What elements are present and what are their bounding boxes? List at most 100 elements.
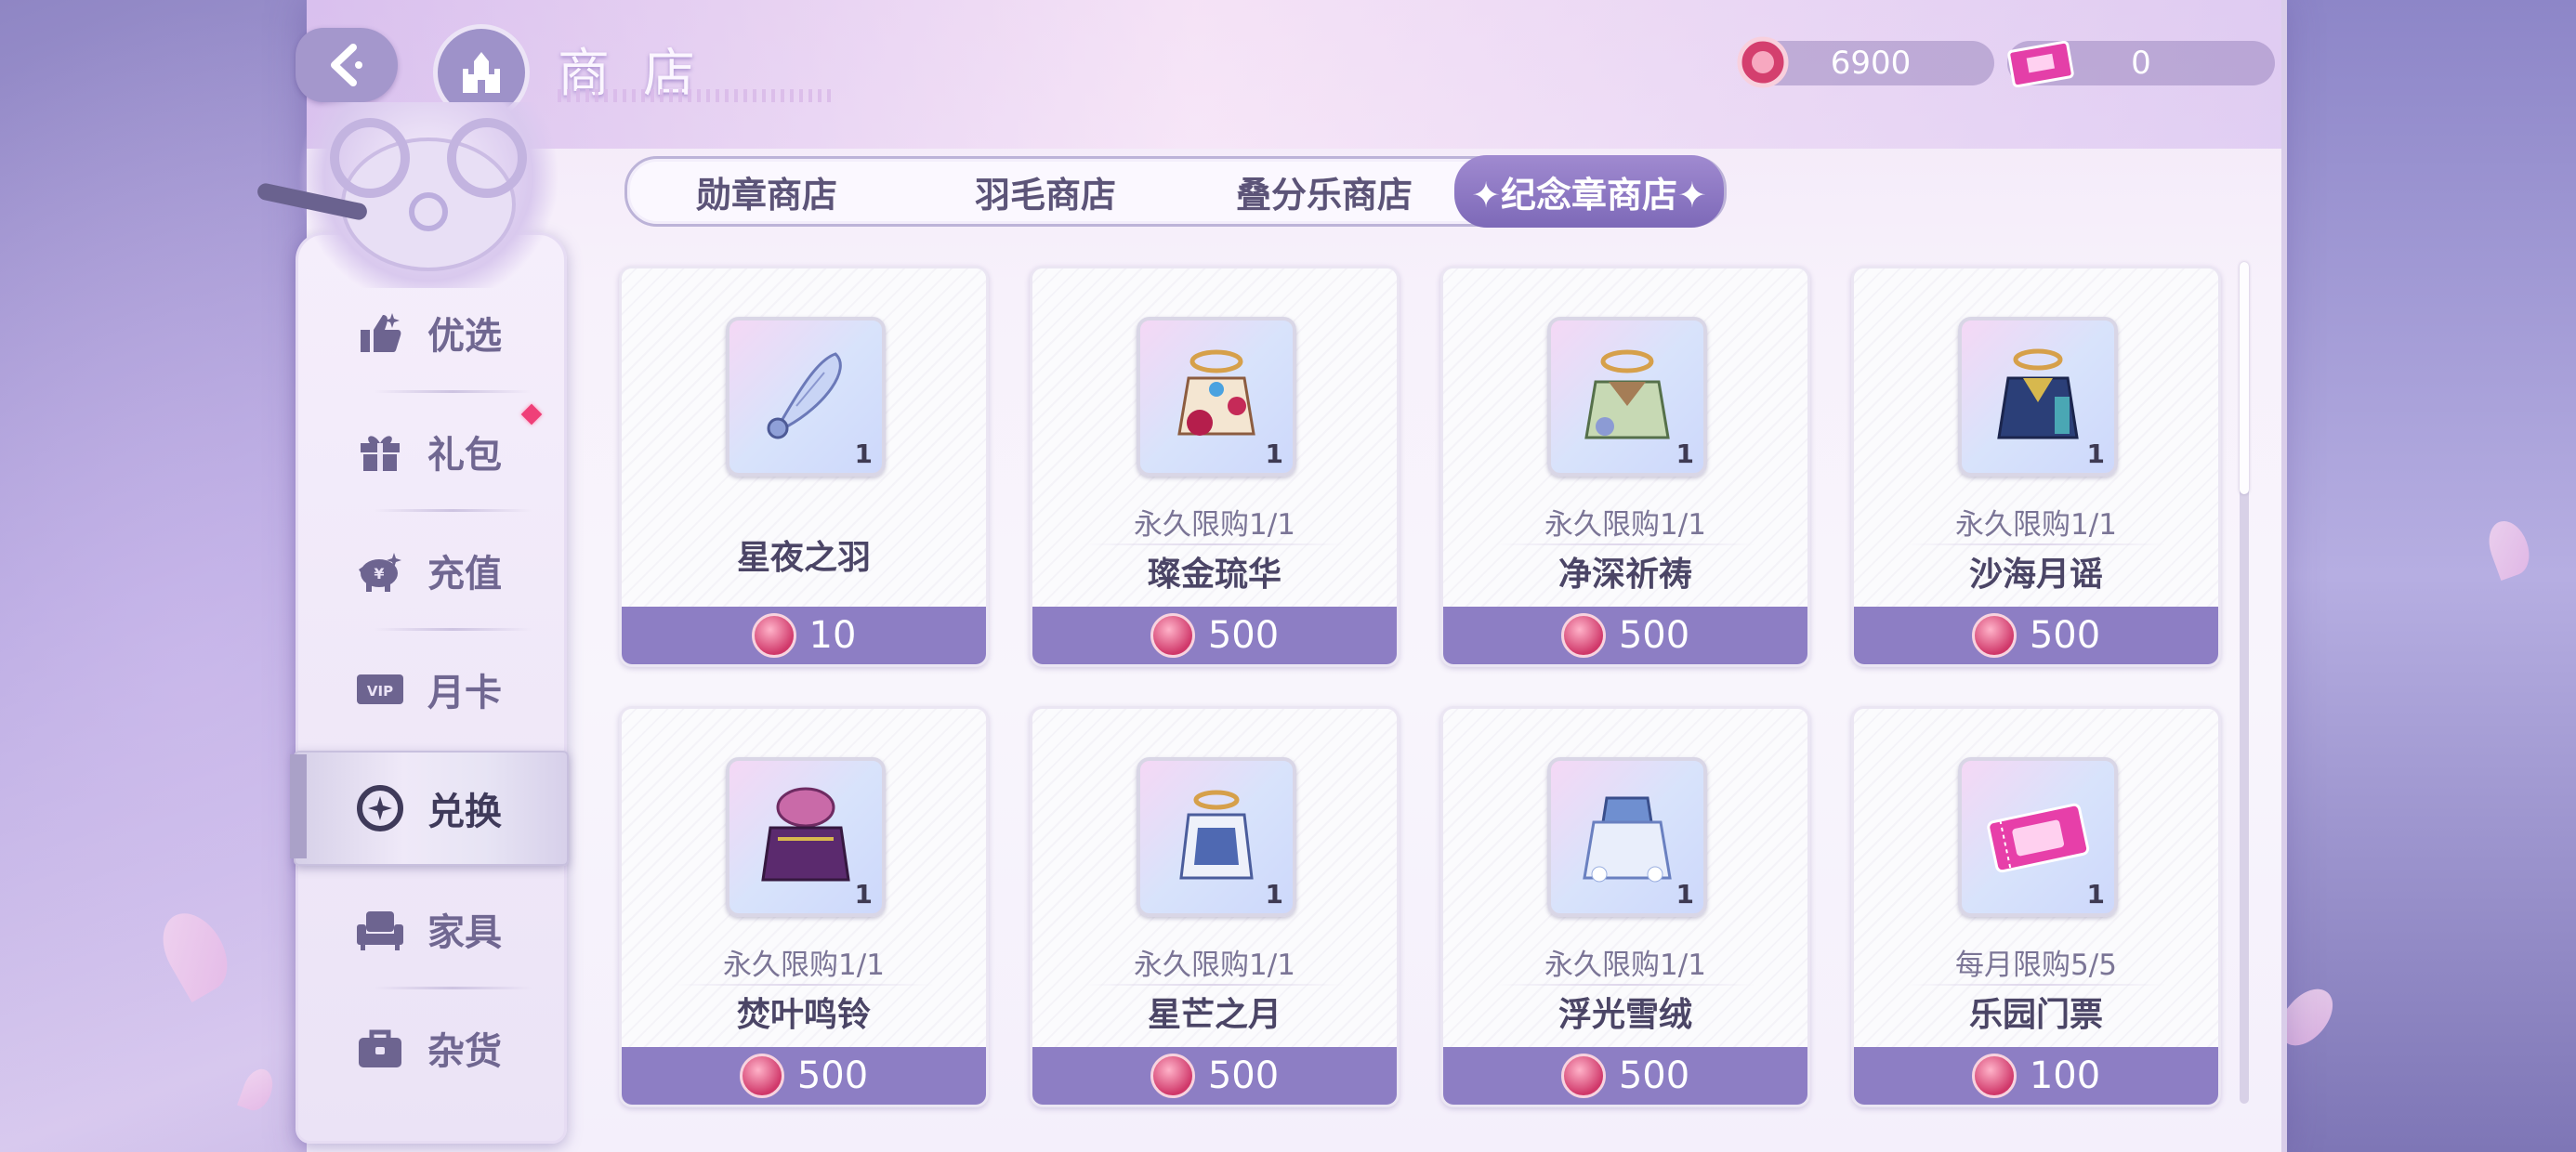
item-name: 璨金琉华 — [1147, 556, 1281, 594]
sidebar-divider — [374, 509, 532, 512]
item-icon-frame: 1 — [1137, 317, 1296, 477]
navy-outfit-icon — [1997, 348, 2079, 439]
title-decoration — [558, 89, 836, 102]
pink-gem-coin-icon — [1150, 613, 1195, 658]
tab-memorial-shop[interactable]: ✦纪念章商店✦ — [1454, 155, 1724, 228]
sidebar-divider — [374, 987, 532, 989]
item-icon-frame: 1 — [726, 757, 886, 917]
pink-gem-coin-icon — [1150, 1054, 1195, 1098]
sidebar-item-furniture[interactable]: 家具 — [355, 883, 559, 975]
item-icon-frame: 1 — [1958, 317, 2118, 477]
pink-gem-coin-icon — [1560, 613, 1606, 658]
currency-ticket-value: 0 — [2131, 45, 2151, 82]
sofa-icon — [355, 904, 405, 954]
ticket-icon — [2007, 40, 2074, 91]
item-price[interactable]: 500 — [1443, 1047, 1807, 1105]
item-quantity: 1 — [1265, 879, 1283, 910]
item-purchase-limit: 永久限购1/1 — [1134, 949, 1295, 982]
item-name: 净深祈祷 — [1557, 556, 1692, 594]
item-price[interactable]: 10 — [622, 607, 986, 664]
tab-feather-shop[interactable]: 羽毛商店 — [915, 159, 1176, 224]
item-divider — [1906, 984, 2166, 986]
item-price-value: 500 — [1618, 1054, 1690, 1097]
item-purchase-limit: 每月限购5/5 — [1955, 949, 2117, 982]
blue-white-outfit-icon — [1179, 790, 1254, 880]
shop-item-card[interactable]: 1 永久限购1/1 星芒之月 500 — [1030, 706, 1400, 1107]
sidebar-item-groceries[interactable]: 杂货 — [355, 1001, 559, 1094]
item-price[interactable]: 500 — [1443, 607, 1807, 664]
back-button[interactable] — [296, 28, 398, 102]
item-divider — [1906, 543, 2166, 545]
svg-text:VIP: VIP — [367, 683, 393, 700]
svg-text:¥: ¥ — [374, 565, 384, 583]
item-purchase-limit: 永久限购1/1 — [1544, 508, 1706, 542]
feather-wand-icon — [767, 352, 842, 439]
shop-tabs: 勋章商店 羽毛商店 叠分乐商店 ✦纪念章商店✦ — [624, 155, 1727, 228]
item-purchase-limit: 永久限购1/1 — [1955, 508, 2117, 542]
sidebar-item-label: 兑换 — [427, 791, 502, 833]
item-icon-frame: 1 — [1547, 757, 1707, 917]
item-name: 沙海月谣 — [1968, 556, 2103, 594]
item-divider — [674, 984, 934, 986]
item-price-value: 500 — [2029, 614, 2101, 657]
item-price-value: 10 — [808, 614, 857, 657]
sidebar-active-tag — [290, 754, 307, 858]
sidebar-item-recharge[interactable]: ¥ 充值 — [355, 524, 559, 617]
sidebar-item-label: 家具 — [427, 911, 502, 954]
currency-gem-value: 6900 — [1830, 45, 1912, 82]
back-arrow-icon — [331, 44, 362, 86]
item-icon-frame: 1 — [1958, 757, 2118, 917]
exchange-icon — [355, 783, 405, 833]
shop-item-card[interactable]: 1 永久限购1/1 璨金琉华 500 — [1030, 266, 1400, 667]
item-price[interactable]: 500 — [622, 1047, 986, 1105]
green-outfit-icon — [1584, 349, 1670, 439]
purple-dress-icon — [761, 787, 850, 882]
item-divider — [1084, 984, 1345, 986]
item-quantity: 1 — [1265, 439, 1283, 469]
pink-gem-coin-icon — [1560, 1054, 1606, 1098]
gold-outfit-icon — [1177, 349, 1255, 436]
item-price-value: 500 — [1618, 614, 1690, 657]
item-purchase-limit: 永久限购1/1 — [723, 949, 885, 982]
tab-medal-shop[interactable]: 勋章商店 — [637, 159, 897, 224]
pink-gem-coin-icon — [1971, 1054, 2017, 1098]
item-price-value: 500 — [1207, 1054, 1280, 1097]
gift-icon — [355, 426, 405, 477]
shop-item-card[interactable]: 1 每月限购5/5 乐园门票 100 — [1851, 706, 2221, 1107]
item-purchase-limit: 永久限购1/1 — [1544, 949, 1706, 982]
item-name: 乐园门票 — [1968, 996, 2103, 1034]
shop-item-card[interactable]: 1 永久限购1/1 焚叶鸣铃 500 — [619, 706, 989, 1107]
castle-icon — [463, 52, 500, 93]
pink-gem-coin-icon — [751, 613, 796, 658]
sidebar-crest — [296, 102, 561, 288]
shop-item-card[interactable]: 1 永久限购1/1 沙海月谣 500 — [1851, 266, 2221, 667]
pink-gem-coin-icon — [739, 1054, 784, 1098]
item-price[interactable]: 500 — [1854, 607, 2218, 664]
item-quantity: 1 — [1676, 879, 1694, 910]
shop-item-card[interactable]: 1 永久限购1/1 浮光雪绒 500 — [1440, 706, 1810, 1107]
panel-edge — [2281, 0, 2287, 1152]
vip-card-icon: VIP — [355, 664, 405, 714]
item-price-value: 500 — [1207, 614, 1280, 657]
sidebar-item-monthly-card[interactable]: VIP 月卡 — [355, 643, 559, 736]
sidebar-item-label: 月卡 — [427, 672, 502, 714]
shop-item-card[interactable]: 1 星夜之羽 10 — [619, 266, 989, 667]
sidebar-item-featured[interactable]: 优选 — [355, 286, 559, 379]
sidebar-item-label: 礼包 — [427, 434, 502, 477]
item-icon-frame: 1 — [1137, 757, 1296, 917]
scrollbar-thumb[interactable] — [2240, 262, 2249, 494]
item-price[interactable]: 500 — [1032, 1047, 1397, 1105]
item-quantity: 1 — [1676, 439, 1694, 469]
tab-stack-shop[interactable]: 叠分乐商店 — [1185, 159, 1464, 224]
item-price[interactable]: 100 — [1854, 1047, 2218, 1105]
item-icon-frame: 1 — [1547, 317, 1707, 477]
pink-gem-coin-icon — [1971, 613, 2017, 658]
pink-gem-coin-icon — [1736, 35, 1790, 93]
item-icon-frame: 1 — [726, 317, 886, 477]
item-name: 星夜之羽 — [736, 539, 871, 577]
shop-item-card[interactable]: 1 永久限购1/1 净深祈祷 500 — [1440, 266, 1810, 667]
sidebar-item-exchange[interactable]: 兑换 — [355, 762, 559, 855]
item-price[interactable]: 500 — [1032, 607, 1397, 664]
sidebar-item-label: 杂货 — [427, 1030, 502, 1073]
item-name: 浮光雪绒 — [1557, 996, 1692, 1034]
